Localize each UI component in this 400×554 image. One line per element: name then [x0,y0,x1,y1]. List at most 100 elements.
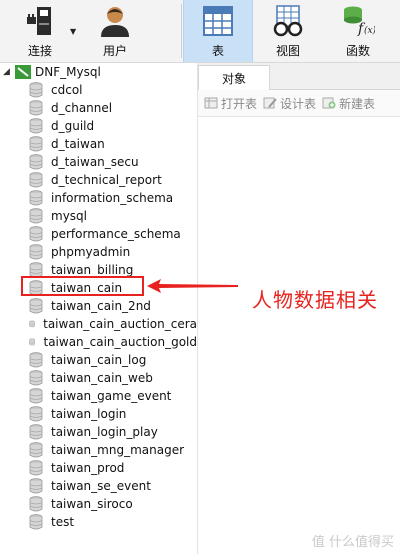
new-table-icon [322,97,336,109]
database-name: taiwan_siroco [51,497,133,511]
database-name: d_technical_report [51,173,162,187]
database-icon [29,352,43,368]
view-glasses-icon [268,4,308,38]
open-table-button[interactable]: 打开表 [204,95,257,112]
database-icon [29,190,43,206]
highlight-box [21,276,144,296]
tree-item-database[interactable]: taiwan_cain_web [0,369,197,387]
table-label: 表 [211,44,224,58]
function-button[interactable]: f (x) 函数 [332,0,384,62]
database-icon [29,244,43,260]
database-icon [29,370,43,386]
tree-item-database[interactable]: taiwan_cain_auction_cera [0,315,197,333]
design-table-icon [263,97,277,109]
tree-item-database[interactable]: d_channel [0,99,197,117]
database-name: mysql [51,209,87,223]
database-name: phpmyadmin [51,245,131,259]
database-name: taiwan_cain_web [51,371,153,385]
tree-item-database[interactable]: d_taiwan [0,135,197,153]
database-name: cdcol [51,83,83,97]
database-icon [29,118,43,134]
red-arrow-icon [147,279,238,293]
design-table-label: 设计表 [280,96,317,111]
database-icon [29,154,43,170]
database-icon [29,226,43,242]
tree-item-database[interactable]: taiwan_login_play [0,423,197,441]
svg-text:(x): (x) [364,25,375,36]
database-name: performance_schema [51,227,181,241]
database-name: information_schema [51,191,174,205]
function-label: 函数 [345,44,370,58]
database-name: taiwan_cain_auction_gold [43,335,197,349]
connection-name: DNF_Mysql [35,65,101,79]
database-icon [29,172,43,188]
database-name: taiwan_prod [51,461,125,475]
view-button[interactable]: 视图 [262,0,314,62]
tree-item-database[interactable]: d_technical_report [0,171,197,189]
database-icon [29,460,43,476]
database-name: taiwan_se_event [51,479,151,493]
table-grid-icon [198,4,238,38]
tree-item-database[interactable]: information_schema [0,189,197,207]
database-icon [29,136,43,152]
design-table-button[interactable]: 设计表 [263,95,316,112]
database-name: d_channel [51,101,113,115]
database-icon [29,338,36,346]
new-table-button[interactable]: 新建表 [322,95,375,112]
tab-objects[interactable]: 对象 [198,65,270,90]
database-icon [29,406,43,422]
tree-item-database[interactable]: taiwan_siroco [0,495,197,513]
database-name: taiwan_cain_log [51,353,147,367]
expand-collapse-icon[interactable]: ◢ [3,67,15,77]
database-icon [29,478,43,494]
database-icon [29,100,43,116]
tree-item-database[interactable]: mysql [0,207,197,225]
chevron-down-icon[interactable]: ▼ [70,27,76,36]
tree-item-database[interactable]: taiwan_cain_2nd [0,297,197,315]
database-name: taiwan_login_play [51,425,158,439]
database-icon [29,82,43,98]
database-icon [29,514,43,530]
tree-item-database[interactable]: taiwan_cain_log [0,351,197,369]
database-icon [29,298,43,314]
database-name: taiwan_billing [51,263,134,277]
object-toolbar: 打开表 设计表 新建表 [198,90,400,117]
user-icon [95,4,135,38]
tree-item-database[interactable]: taiwan_login [0,405,197,423]
tree-item-database[interactable]: taiwan_game_event [0,387,197,405]
connect-label: 连接 [27,44,52,58]
database-icon [29,442,43,458]
function-fx-icon: f (x) [338,4,378,38]
tree-item-database[interactable]: d_guild [0,117,197,135]
tree-item-database[interactable]: phpmyadmin [0,243,197,261]
database-name: taiwan_game_event [51,389,172,403]
tree-connection-node[interactable]: ◢ DNF_Mysql [0,63,197,81]
connect-button[interactable]: 连接 [18,0,62,62]
database-icon [29,320,35,328]
object-list-area[interactable] [198,117,400,554]
toolbar-divider [181,4,182,58]
view-label: 视图 [275,44,300,58]
tree-item-database[interactable]: taiwan_prod [0,459,197,477]
object-tabbar: 对象 [198,63,400,90]
tree-item-database[interactable]: d_taiwan_secu [0,153,197,171]
tree-item-database[interactable]: cdcol [0,81,197,99]
watermark: 值 什么值得买 [311,535,394,550]
connection-tree: ◢ DNF_Mysql cdcol d_channel d_guild d_taiwa… [0,63,198,554]
tree-item-database[interactable]: test [0,513,197,531]
database-icon [29,424,43,440]
user-button[interactable]: 用户 [90,0,140,62]
open-table-label: 打开表 [221,96,258,111]
database-name: taiwan_cain_2nd [51,299,151,313]
tree-item-database[interactable]: taiwan_se_event [0,477,197,495]
main-toolbar: 连接 ▼ 用户 表 视图 f (x) 函数 [0,0,400,63]
tree-item-database[interactable]: taiwan_cain_auction_gold [0,333,197,351]
annotation-note: 人物数据相关 [252,288,378,312]
user-label: 用户 [102,44,127,58]
database-name: test [51,515,75,529]
database-name: d_taiwan [51,137,105,151]
database-name: d_guild [51,119,95,133]
table-button[interactable]: 表 [183,0,253,62]
tree-item-database[interactable]: performance_schema [0,225,197,243]
tree-item-database[interactable]: taiwan_mng_manager [0,441,197,459]
